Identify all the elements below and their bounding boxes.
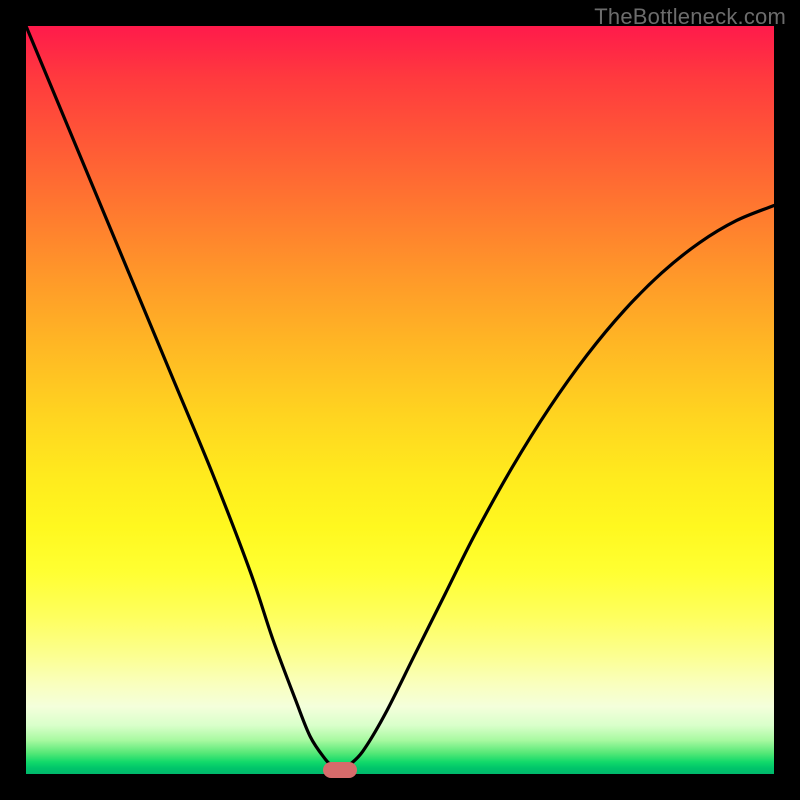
watermark-text: TheBottleneck.com [594, 4, 786, 30]
bottleneck-curve [26, 26, 774, 774]
chart-frame: TheBottleneck.com [0, 0, 800, 800]
trough-marker [323, 762, 357, 778]
